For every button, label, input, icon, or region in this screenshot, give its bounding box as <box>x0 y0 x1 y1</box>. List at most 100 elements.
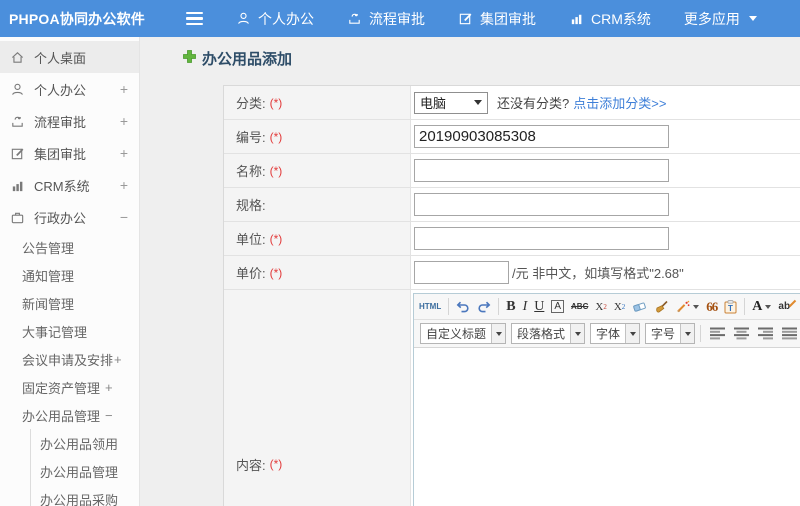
sidebar-item-label: 个人桌面 <box>34 50 87 66</box>
superscript-button[interactable]: X2 <box>595 301 606 313</box>
align-center-button[interactable] <box>734 327 750 340</box>
category-select[interactable]: 电脑 <box>414 91 488 114</box>
blockquote-button[interactable]: 66 <box>706 299 718 315</box>
dropdown-arrow-icon <box>625 324 640 343</box>
align-justify-button[interactable] <box>782 327 798 340</box>
price-format-hint: /元 非中文，如填写格式"2.68" <box>512 266 684 281</box>
phpoa-app: PHPOA协同办公软件 个人办公 流程审批 集团审批 CRM系统 更多应用 个人… <box>0 0 800 506</box>
briefcase-icon <box>10 209 26 225</box>
underline-button[interactable]: U <box>534 299 544 315</box>
topnav-personal-office[interactable]: 个人办公 <box>236 9 314 29</box>
price-input[interactable] <box>414 261 509 284</box>
caret-down-icon <box>765 304 772 309</box>
sidebar-item-supplies-management[interactable]: 办公用品管理 <box>31 457 139 485</box>
form-row-content: 内容: (*) HTML B I U A ABC X 2 X 2 66 T A … <box>224 290 800 506</box>
sidebar-item-personal-office[interactable]: 个人办公 + <box>0 73 139 105</box>
bar-chart-icon <box>10 177 26 193</box>
add-category-link[interactable]: 点击添加分类>> <box>573 93 666 112</box>
select-arrow-icon <box>474 100 482 105</box>
expand-plus-icon[interactable]: + <box>114 352 122 367</box>
eraser-button[interactable] <box>632 300 647 313</box>
sidebar-item-events-mgmt[interactable]: 大事记管理 <box>0 317 139 345</box>
subscript-button[interactable]: X2 <box>614 301 625 313</box>
sidebar-item-fixed-assets-mgmt[interactable]: 固定资产管理 + <box>0 373 139 401</box>
paragraph-format-dropdown[interactable]: 段落格式 <box>511 323 586 344</box>
expand-plus-icon[interactable]: + <box>120 145 128 161</box>
sidebar-item-office-supplies-mgmt[interactable]: 办公用品管理 − <box>0 401 139 429</box>
sidebar-item-meeting-request[interactable]: 会议申请及安排 + <box>0 345 139 373</box>
expand-plus-icon[interactable]: + <box>120 81 128 97</box>
name-input[interactable] <box>414 159 669 182</box>
format-brush-button[interactable] <box>654 300 669 314</box>
sidebar-submenu-office-supplies: 办公用品领用 办公用品管理 办公用品采购 <box>30 429 139 506</box>
sidebar-item-news-mgmt[interactable]: 新闻管理 <box>0 289 139 317</box>
sidebar-item-supplies-requisition[interactable]: 办公用品领用 <box>31 429 139 457</box>
required-mark: (*) <box>269 163 283 178</box>
topnav-workflow-approval[interactable]: 流程审批 <box>347 9 425 29</box>
add-icon <box>183 49 196 68</box>
workflow-icon <box>347 11 362 26</box>
price-label: 单价: (*) <box>224 256 411 289</box>
required-mark: (*) <box>269 265 283 280</box>
expand-plus-icon[interactable]: + <box>120 113 128 129</box>
spec-label: 规格: <box>224 188 411 221</box>
font-size-dropdown[interactable]: 字号 <box>645 323 696 344</box>
bold-button[interactable]: B <box>506 299 515 315</box>
redo-button[interactable] <box>477 300 491 313</box>
collapse-minus-icon[interactable]: − <box>120 209 128 225</box>
required-mark: (*) <box>269 129 283 144</box>
dropdown-arrow-icon <box>491 324 506 343</box>
sidebar-item-label: 行政办公 <box>34 210 87 226</box>
sidebar-item-label: 流程审批 <box>34 114 87 130</box>
sidebar-item-workflow-approval[interactable]: 流程审批 + <box>0 105 139 137</box>
editor-toolbar-row2: 自定义标题 段落格式 字体 字号 <box>414 320 800 348</box>
sidebar-item-administrative-office[interactable]: 行政办公 − <box>0 201 139 233</box>
topnav-group-approval[interactable]: 集团审批 <box>458 9 536 29</box>
dropdown-arrow-icon <box>570 324 585 343</box>
character-border-button[interactable]: A <box>551 300 565 313</box>
sidebar: 个人桌面 个人办公 + 流程审批 + 集团审批 + CRM系统 + 行政办公 −… <box>0 37 140 506</box>
code-input[interactable] <box>414 125 669 148</box>
paste-as-text-button[interactable]: T <box>724 299 737 314</box>
sidebar-item-notice-mgmt[interactable]: 通知管理 <box>0 261 139 289</box>
toolbar-separator <box>744 298 746 315</box>
nav-label: 集团审批 <box>480 10 536 27</box>
italic-button[interactable]: I <box>523 299 528 315</box>
sidebar-item-announcement-mgmt[interactable]: 公告管理 <box>0 233 139 261</box>
expand-plus-icon[interactable]: + <box>105 380 113 395</box>
custom-title-dropdown[interactable]: 自定义标题 <box>420 323 507 344</box>
required-mark: (*) <box>269 457 283 471</box>
form-row-spec: 规格: <box>224 188 800 222</box>
unit-input[interactable] <box>414 227 669 250</box>
page-title: 办公用品添加 <box>202 51 293 68</box>
expand-plus-icon[interactable]: + <box>120 177 128 193</box>
sidebar-item-supplies-purchase[interactable]: 办公用品采购 <box>31 485 139 506</box>
undo-button[interactable] <box>456 300 470 313</box>
sidebar-item-crm-system[interactable]: CRM系统 + <box>0 169 139 201</box>
sidebar-item-group-approval[interactable]: 集团审批 + <box>0 137 139 169</box>
strikethrough-button[interactable]: ABC <box>571 302 588 311</box>
topnav-more-apps[interactable]: 更多应用 <box>684 9 757 29</box>
menu-toggle-icon[interactable] <box>186 11 208 26</box>
content-label: 内容: (*) <box>224 290 411 506</box>
form-row-name: 名称: (*) <box>224 154 800 188</box>
editor-content-area[interactable] <box>414 348 800 506</box>
collapse-minus-icon[interactable]: − <box>105 408 113 423</box>
category-hint: 还没有分类? <box>497 96 570 111</box>
person-icon <box>10 81 26 97</box>
alignment-group <box>710 327 800 340</box>
svg-text:T: T <box>728 304 733 313</box>
sidebar-item-personal-desktop[interactable]: 个人桌面 <box>0 41 139 73</box>
nav-label: 个人办公 <box>258 10 314 27</box>
background-color-button[interactable]: ab <box>778 299 800 312</box>
html-source-button[interactable]: HTML <box>419 302 441 311</box>
toolbar-separator <box>700 325 702 342</box>
topnav-crm-system[interactable]: CRM系统 <box>569 9 651 29</box>
topbar: PHPOA协同办公软件 个人办公 流程审批 集团审批 CRM系统 更多应用 <box>0 0 800 37</box>
align-right-button[interactable] <box>758 327 774 340</box>
font-family-dropdown[interactable]: 字体 <box>590 323 641 344</box>
spec-input[interactable] <box>414 193 669 216</box>
highlight-pen-button[interactable] <box>676 300 700 313</box>
font-color-button[interactable]: A <box>752 299 772 315</box>
align-left-button[interactable] <box>710 327 726 340</box>
